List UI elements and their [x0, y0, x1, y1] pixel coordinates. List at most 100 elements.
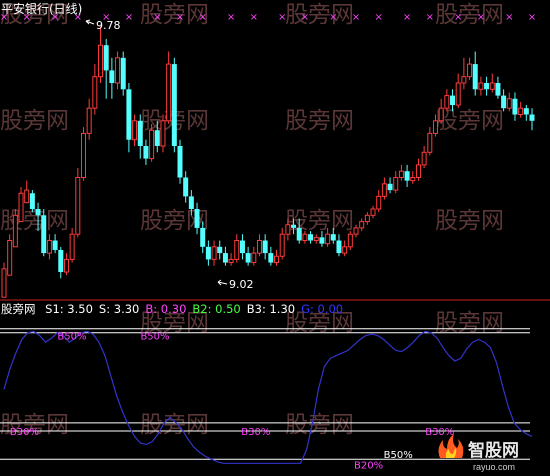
candle [279, 227, 285, 260]
candle [1, 262, 7, 298]
candle [455, 73, 461, 109]
level-label: B30% [425, 427, 454, 438]
candle [410, 171, 416, 184]
candle [166, 51, 172, 124]
level-label: B20% [354, 461, 383, 472]
candle [86, 98, 92, 140]
watermark-text: 股旁网 [285, 412, 354, 438]
candle [46, 234, 52, 260]
signal-marker: × [227, 12, 235, 23]
candle [171, 57, 177, 153]
candle [359, 218, 365, 232]
candle [495, 76, 501, 99]
candle [211, 240, 217, 266]
candle [347, 231, 353, 250]
candlestick-series [1, 26, 535, 298]
candle [205, 240, 211, 266]
candle [256, 234, 262, 257]
indicator-header: 股旁网 S1: 3.50 S: 3.30 B: 0.30 B2: 0.50 B3: 1.… [1, 302, 343, 316]
candle [137, 114, 143, 159]
candle [484, 76, 490, 96]
level-label: B30% [10, 427, 39, 438]
candle [98, 26, 104, 83]
signal-marker: × [352, 12, 360, 23]
site-logo: 智股网 rayuo.com [438, 434, 519, 472]
candle [103, 38, 109, 99]
candle [398, 164, 404, 181]
signal-marker: × [153, 12, 161, 23]
candle [512, 92, 518, 121]
logo-url: rayuo.com [473, 462, 515, 472]
candle [415, 158, 421, 181]
candle [80, 127, 86, 181]
level-label: B30% [241, 427, 270, 438]
signal-marker: × [301, 12, 309, 23]
signal-marker: × [125, 12, 133, 23]
candle [313, 234, 319, 244]
signal-marker: × [23, 12, 31, 23]
indicator-param: S: 3.30 [99, 302, 139, 316]
candle [7, 234, 13, 276]
candle [501, 89, 507, 112]
watermark-text: 股旁网 [0, 108, 69, 134]
candle [109, 57, 115, 99]
candle [268, 246, 274, 266]
candle [217, 240, 223, 260]
candle [506, 92, 512, 112]
candle [529, 108, 535, 131]
indicator-param: S1: 3.50 [45, 302, 93, 316]
candle [444, 89, 450, 112]
signal-marker: × [329, 12, 337, 23]
candle [342, 240, 348, 257]
watermark-text: 股旁网 [435, 2, 504, 28]
chart-title: 平安银行(日线) [1, 1, 82, 16]
candle [222, 246, 228, 266]
candle [438, 98, 444, 124]
high-label: 9.78 [96, 19, 121, 32]
level-label: B50% [384, 450, 413, 461]
marker-row: × × × × × × × × × × × × × × × × × × × × × × [0, 12, 536, 23]
candle [120, 51, 126, 96]
candle [29, 190, 35, 213]
signal-marker: × [505, 12, 513, 23]
candle [467, 57, 473, 80]
signal-marker: × [454, 12, 462, 23]
candle [63, 253, 69, 276]
candle [461, 57, 467, 90]
signal-marker: × [528, 12, 536, 23]
candle [404, 164, 410, 187]
watermark-text: 股旁网 [140, 412, 209, 438]
candle [52, 234, 58, 254]
indicator-param: B2: 0.50 [192, 302, 240, 316]
indicator-param: B3: 1.30 [247, 302, 295, 316]
candle [239, 234, 245, 260]
watermark-text: 股旁网 [435, 208, 504, 234]
candle [353, 224, 359, 238]
candle [251, 246, 257, 266]
candle [228, 253, 234, 266]
candle [518, 101, 524, 118]
candle [177, 139, 183, 184]
candle [245, 246, 251, 266]
candle [132, 114, 138, 146]
signal-marker: × [278, 12, 286, 23]
watermark-text: 股旁网 [285, 2, 354, 28]
candle [126, 83, 132, 153]
signal-marker: × [403, 12, 411, 23]
signal-marker: × [0, 12, 8, 23]
candle [183, 171, 189, 203]
candle [143, 139, 149, 165]
candle [115, 51, 121, 90]
candle [393, 171, 399, 194]
candle [69, 227, 75, 263]
signal-marker: × [426, 12, 434, 23]
indicator-param: G: 0.00 [301, 302, 343, 316]
level-label: B50% [57, 331, 86, 342]
candle [18, 186, 24, 223]
candle [58, 246, 64, 279]
signal-marker: × [250, 12, 258, 23]
candle [41, 209, 47, 257]
candle [274, 249, 280, 266]
watermark-text: 股旁网 [0, 208, 69, 234]
signal-marker: × [176, 12, 184, 23]
